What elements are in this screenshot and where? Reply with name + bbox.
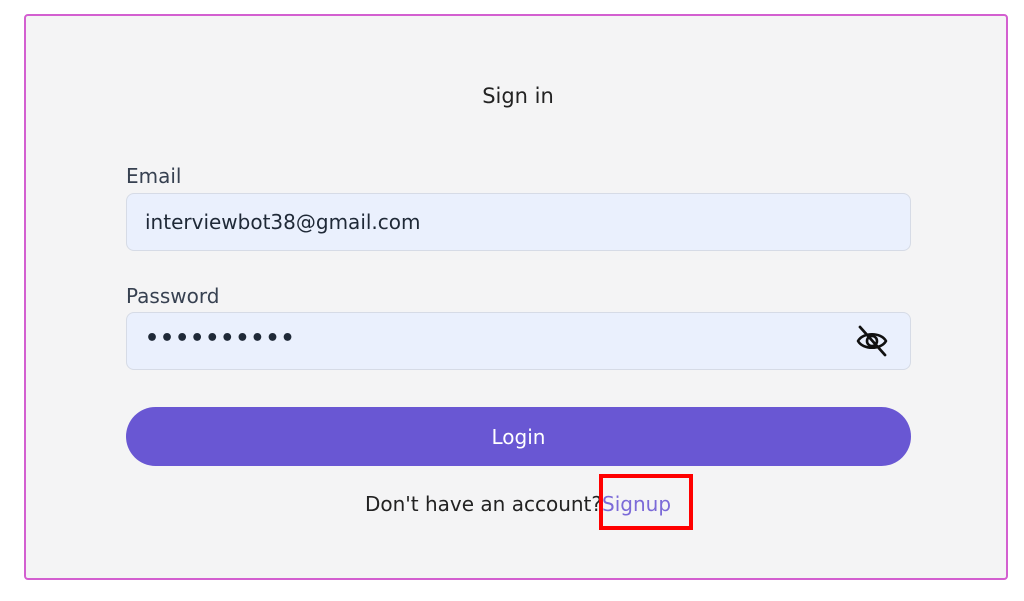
password-label: Password — [126, 284, 220, 308]
page-title: Sign in — [482, 84, 554, 108]
signup-row: Don't have an account?Signup — [26, 492, 1010, 516]
email-label: Email — [126, 164, 182, 188]
password-masked-value: •••••••••• — [145, 325, 296, 351]
signup-highlight-box — [599, 474, 693, 530]
eye-slash-icon[interactable] — [850, 319, 894, 363]
password-field[interactable]: •••••••••• — [126, 312, 911, 370]
email-field[interactable]: interviewbot38@gmail.com — [126, 193, 911, 251]
login-button[interactable]: Login — [126, 407, 911, 466]
signin-card: Sign in Email interviewbot38@gmail.com P… — [24, 14, 1008, 580]
email-value: interviewbot38@gmail.com — [145, 210, 421, 234]
signup-prompt: Don't have an account? — [364, 492, 603, 516]
